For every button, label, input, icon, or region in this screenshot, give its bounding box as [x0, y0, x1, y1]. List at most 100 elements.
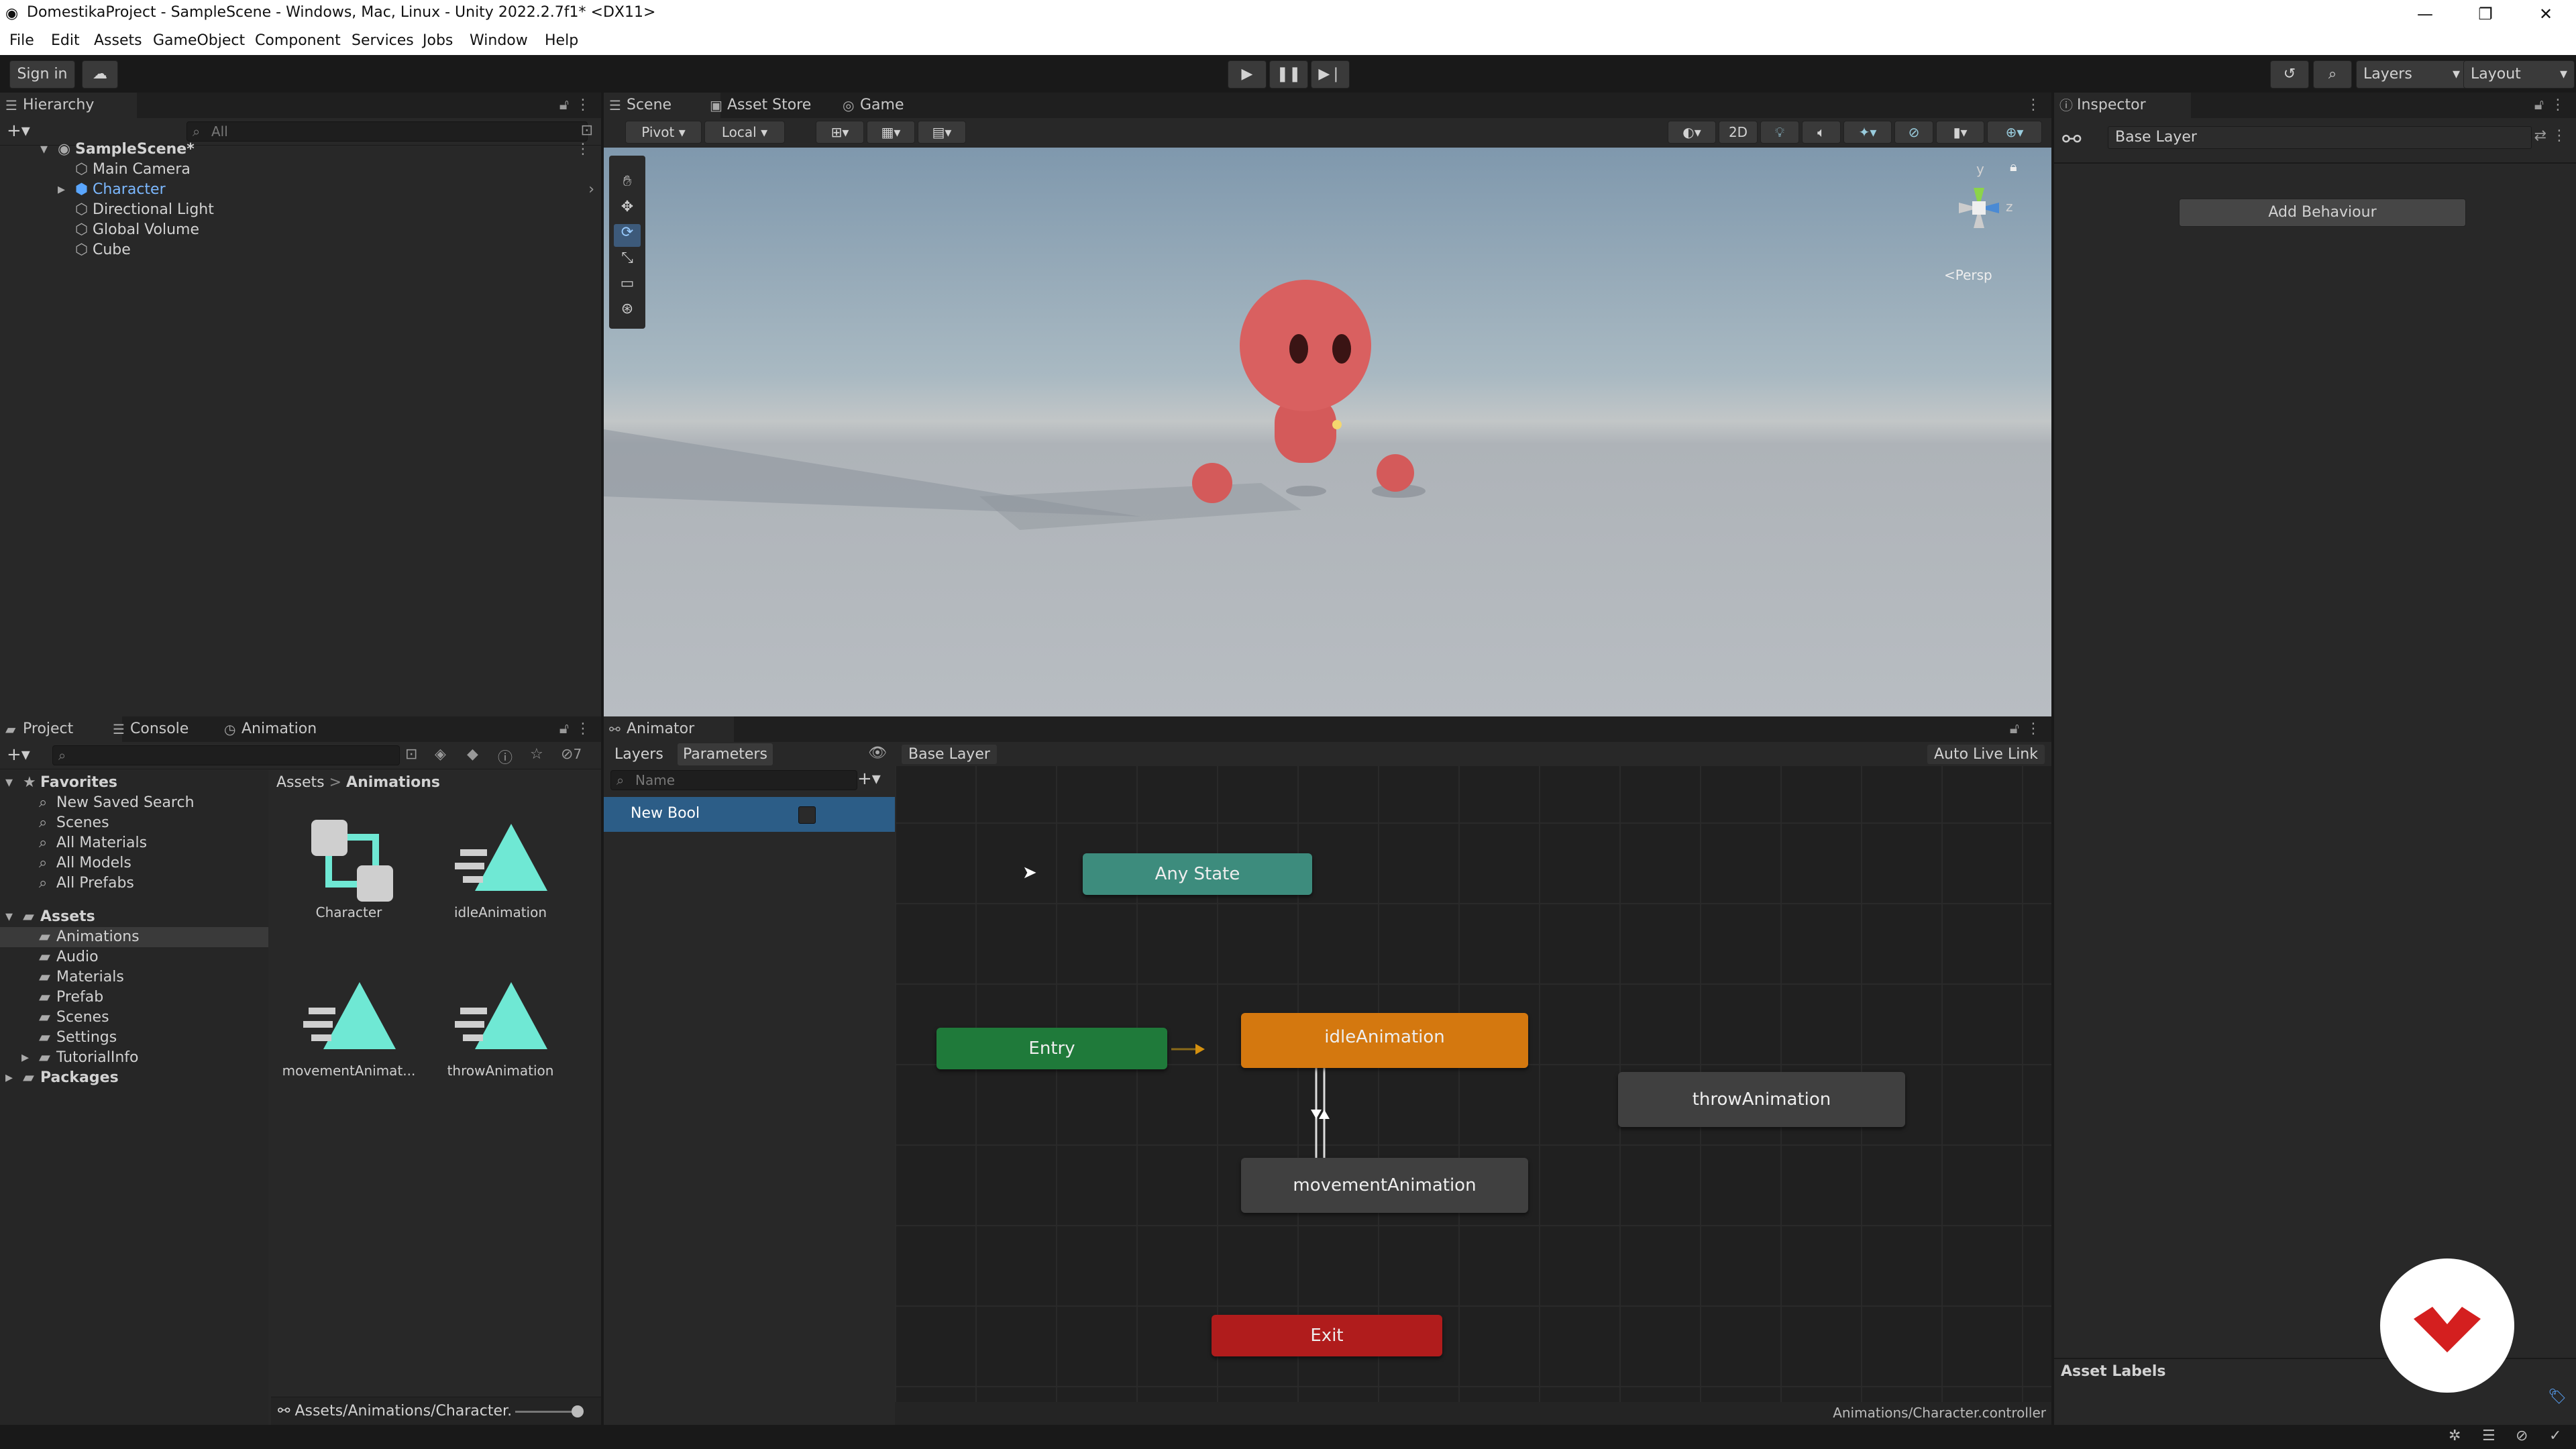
lock-icon[interactable]: 🔓︎ [559, 97, 569, 113]
asset-character[interactable]: Character [275, 810, 423, 920]
hierarchy-search-input[interactable]: ⌕ All [186, 121, 588, 142]
scale-tool-icon[interactable]: ⤡ [614, 250, 641, 272]
node-any-state[interactable]: Any State [1083, 853, 1312, 895]
favorite-new-saved-search[interactable]: ⌕ New Saved Search [39, 794, 195, 811]
folder-materials[interactable]: ▰ Materials [39, 969, 124, 985]
parameter-row[interactable]: New Bool [604, 797, 895, 832]
packages-group[interactable]: ▸ ▰ Packages [5, 1069, 119, 1086]
menu-help[interactable]: Help [545, 32, 578, 49]
animator-graph[interactable]: Base Layer Auto Live Link Any State Entr… [895, 742, 2051, 1425]
parameter-name[interactable]: New Bool [631, 805, 700, 822]
gizmos-icon[interactable]: ⊕▾ [1987, 121, 2042, 144]
close-button[interactable]: ✕ [2516, 0, 2576, 28]
kebab-menu-icon[interactable]: ⋮ [2026, 720, 2041, 737]
type-filter-icon[interactable]: ◈ [435, 746, 446, 763]
search-icon[interactable]: ⌕ [2313, 60, 2352, 89]
lock-icon[interactable]: 🔒︎ [2010, 158, 2017, 174]
menu-file[interactable]: File [9, 32, 34, 49]
node-throw-animation[interactable]: throwAnimation [1618, 1072, 1905, 1127]
perspective-label[interactable]: <Persp [1944, 267, 1992, 283]
kebab-menu-icon[interactable]: ⋮ [576, 97, 590, 113]
rect-tool-icon[interactable]: ▭ [614, 275, 641, 298]
hidden-packages-icon[interactable]: ⊘7 [561, 746, 582, 763]
effects-icon[interactable]: ✦▾ [1843, 121, 1892, 144]
asset-idle-animation[interactable]: idleAnimation [427, 810, 574, 920]
parameter-search-input[interactable]: ⌕ Name [610, 770, 857, 790]
cloud-icon[interactable]: ☁ [82, 60, 118, 89]
pivot-dropdown[interactable]: Pivot ▾ [625, 121, 702, 144]
camera-icon[interactable]: ▮▾ [1936, 121, 1984, 144]
parameter-bool-checkbox[interactable] [798, 806, 816, 824]
tag-icon[interactable]: 🏷︎ [2548, 1389, 2567, 1405]
history-icon[interactable]: ↺ [2270, 60, 2309, 89]
favorite-scenes[interactable]: ⌕ Scenes [39, 814, 109, 831]
chevron-right-icon[interactable]: › [588, 181, 594, 198]
menu-edit[interactable]: Edit [51, 32, 80, 49]
increment-snap-icon[interactable]: ▤▾ [918, 121, 966, 144]
sign-in-button[interactable]: Sign in [9, 60, 75, 89]
folder-settings[interactable]: ▰ Settings [39, 1029, 117, 1046]
play-button[interactable]: ▶ [1228, 60, 1267, 89]
favorites-group[interactable]: ▾ ★ Favorites [5, 774, 117, 791]
node-exit[interactable]: Exit [1212, 1315, 1442, 1356]
lighting-icon[interactable]: 💡︎ [1760, 121, 1799, 144]
tab-animation[interactable]: ◷ Animation [219, 716, 356, 742]
breadcrumb-animations[interactable]: Animations [346, 774, 440, 791]
warning-filter-icon[interactable]: ⓘ [498, 746, 513, 767]
folder-animations[interactable]: ▰ Animations [39, 928, 140, 945]
kebab-menu-icon[interactable]: ⋮ [576, 720, 590, 737]
lock-icon[interactable]: 🔓︎ [559, 720, 569, 737]
hand-tool-icon[interactable]: ✋︎ [614, 173, 641, 196]
hierarchy-item-main-camera[interactable]: ⬡ Main Camera [75, 161, 191, 178]
scene-root[interactable]: ▾ ◉ SampleScene* [40, 141, 195, 158]
assets-group[interactable]: ▾ ▰ Assets [5, 908, 95, 925]
node-entry[interactable]: Entry [936, 1028, 1167, 1069]
tab-animator[interactable]: ⚯ Animator [604, 716, 734, 742]
favorite-star-icon[interactable]: ☆ [530, 746, 543, 763]
asset-movement-animation[interactable]: movementAnimat... [275, 969, 423, 1079]
shading-mode-icon[interactable]: ◐▾ [1668, 121, 1716, 144]
minimize-button[interactable]: — [2395, 0, 2455, 28]
folder-tutorialinfo[interactable]: ▸ ▰ TutorialInfo [21, 1049, 139, 1066]
tab-console[interactable]: ☰ Console [107, 716, 237, 742]
check-icon[interactable]: ✓ [2549, 1428, 2561, 1444]
local-dropdown[interactable]: Local ▾ [704, 121, 785, 144]
scene-filter-icon[interactable]: ⊡ [581, 122, 593, 139]
2d-toggle[interactable]: 2D [1719, 121, 1758, 144]
asset-throw-animation[interactable]: throwAnimation [427, 969, 574, 1079]
add-icon[interactable]: +▾ [7, 121, 30, 141]
scene-options-icon[interactable]: ⋮ [576, 141, 590, 158]
audio-icon[interactable]: 🔈︎ [1802, 121, 1841, 144]
lock-icon[interactable]: 🔓︎ [2010, 720, 2019, 737]
kebab-menu-icon[interactable]: ⋮ [2026, 97, 2041, 113]
tab-hierarchy[interactable]: ☰ Hierarchy [0, 93, 137, 118]
hierarchy-item-global-volume[interactable]: ⬡ Global Volume [75, 221, 199, 238]
add-icon[interactable]: +▾ [7, 745, 30, 765]
tab-project[interactable]: ▰ Project [0, 716, 122, 742]
step-button[interactable]: ▶❘ [1311, 60, 1350, 89]
rotate-tool-icon[interactable]: ⟳ [614, 224, 641, 247]
kebab-menu-icon[interactable]: ⋮ [2552, 127, 2567, 144]
add-behaviour-button[interactable]: Add Behaviour [2179, 199, 2466, 227]
orientation-gizmo[interactable]: y z 🔒︎ [1939, 158, 2019, 255]
hierarchy-item-directional-light[interactable]: ⬡ Directional Light [75, 201, 214, 218]
move-tool-icon[interactable]: ✥ [614, 199, 641, 221]
folder-prefab[interactable]: ▰ Prefab [39, 989, 103, 1006]
menu-window[interactable]: Window [470, 32, 528, 49]
layers-dropdown[interactable]: Layers ▾ [2356, 60, 2467, 89]
project-search-input[interactable]: ⌕ [52, 745, 400, 765]
eye-icon[interactable]: 👁︎ [868, 745, 887, 761]
tab-game[interactable]: ◎ Game [837, 93, 941, 118]
node-movement-animation[interactable]: movementAnimation [1241, 1158, 1528, 1213]
tab-scene[interactable]: ☰ Scene [604, 93, 720, 118]
menu-jobs[interactable]: Jobs [423, 32, 453, 49]
add-parameter-icon[interactable]: +▾ [857, 769, 881, 789]
hidden-objects-icon[interactable]: ⊘ [1894, 121, 1933, 144]
folder-audio[interactable]: ▰ Audio [39, 949, 99, 965]
stack-icon[interactable]: ☰ [2482, 1428, 2496, 1444]
menu-component[interactable]: Component [255, 32, 341, 49]
grid-snap-icon[interactable]: ⊞▾ [816, 121, 864, 144]
parameters-tab[interactable]: Parameters [678, 743, 773, 765]
layout-dropdown[interactable]: Layout ▾ [2463, 60, 2575, 89]
tab-asset-store[interactable]: ▣ Asset Store [704, 93, 855, 118]
